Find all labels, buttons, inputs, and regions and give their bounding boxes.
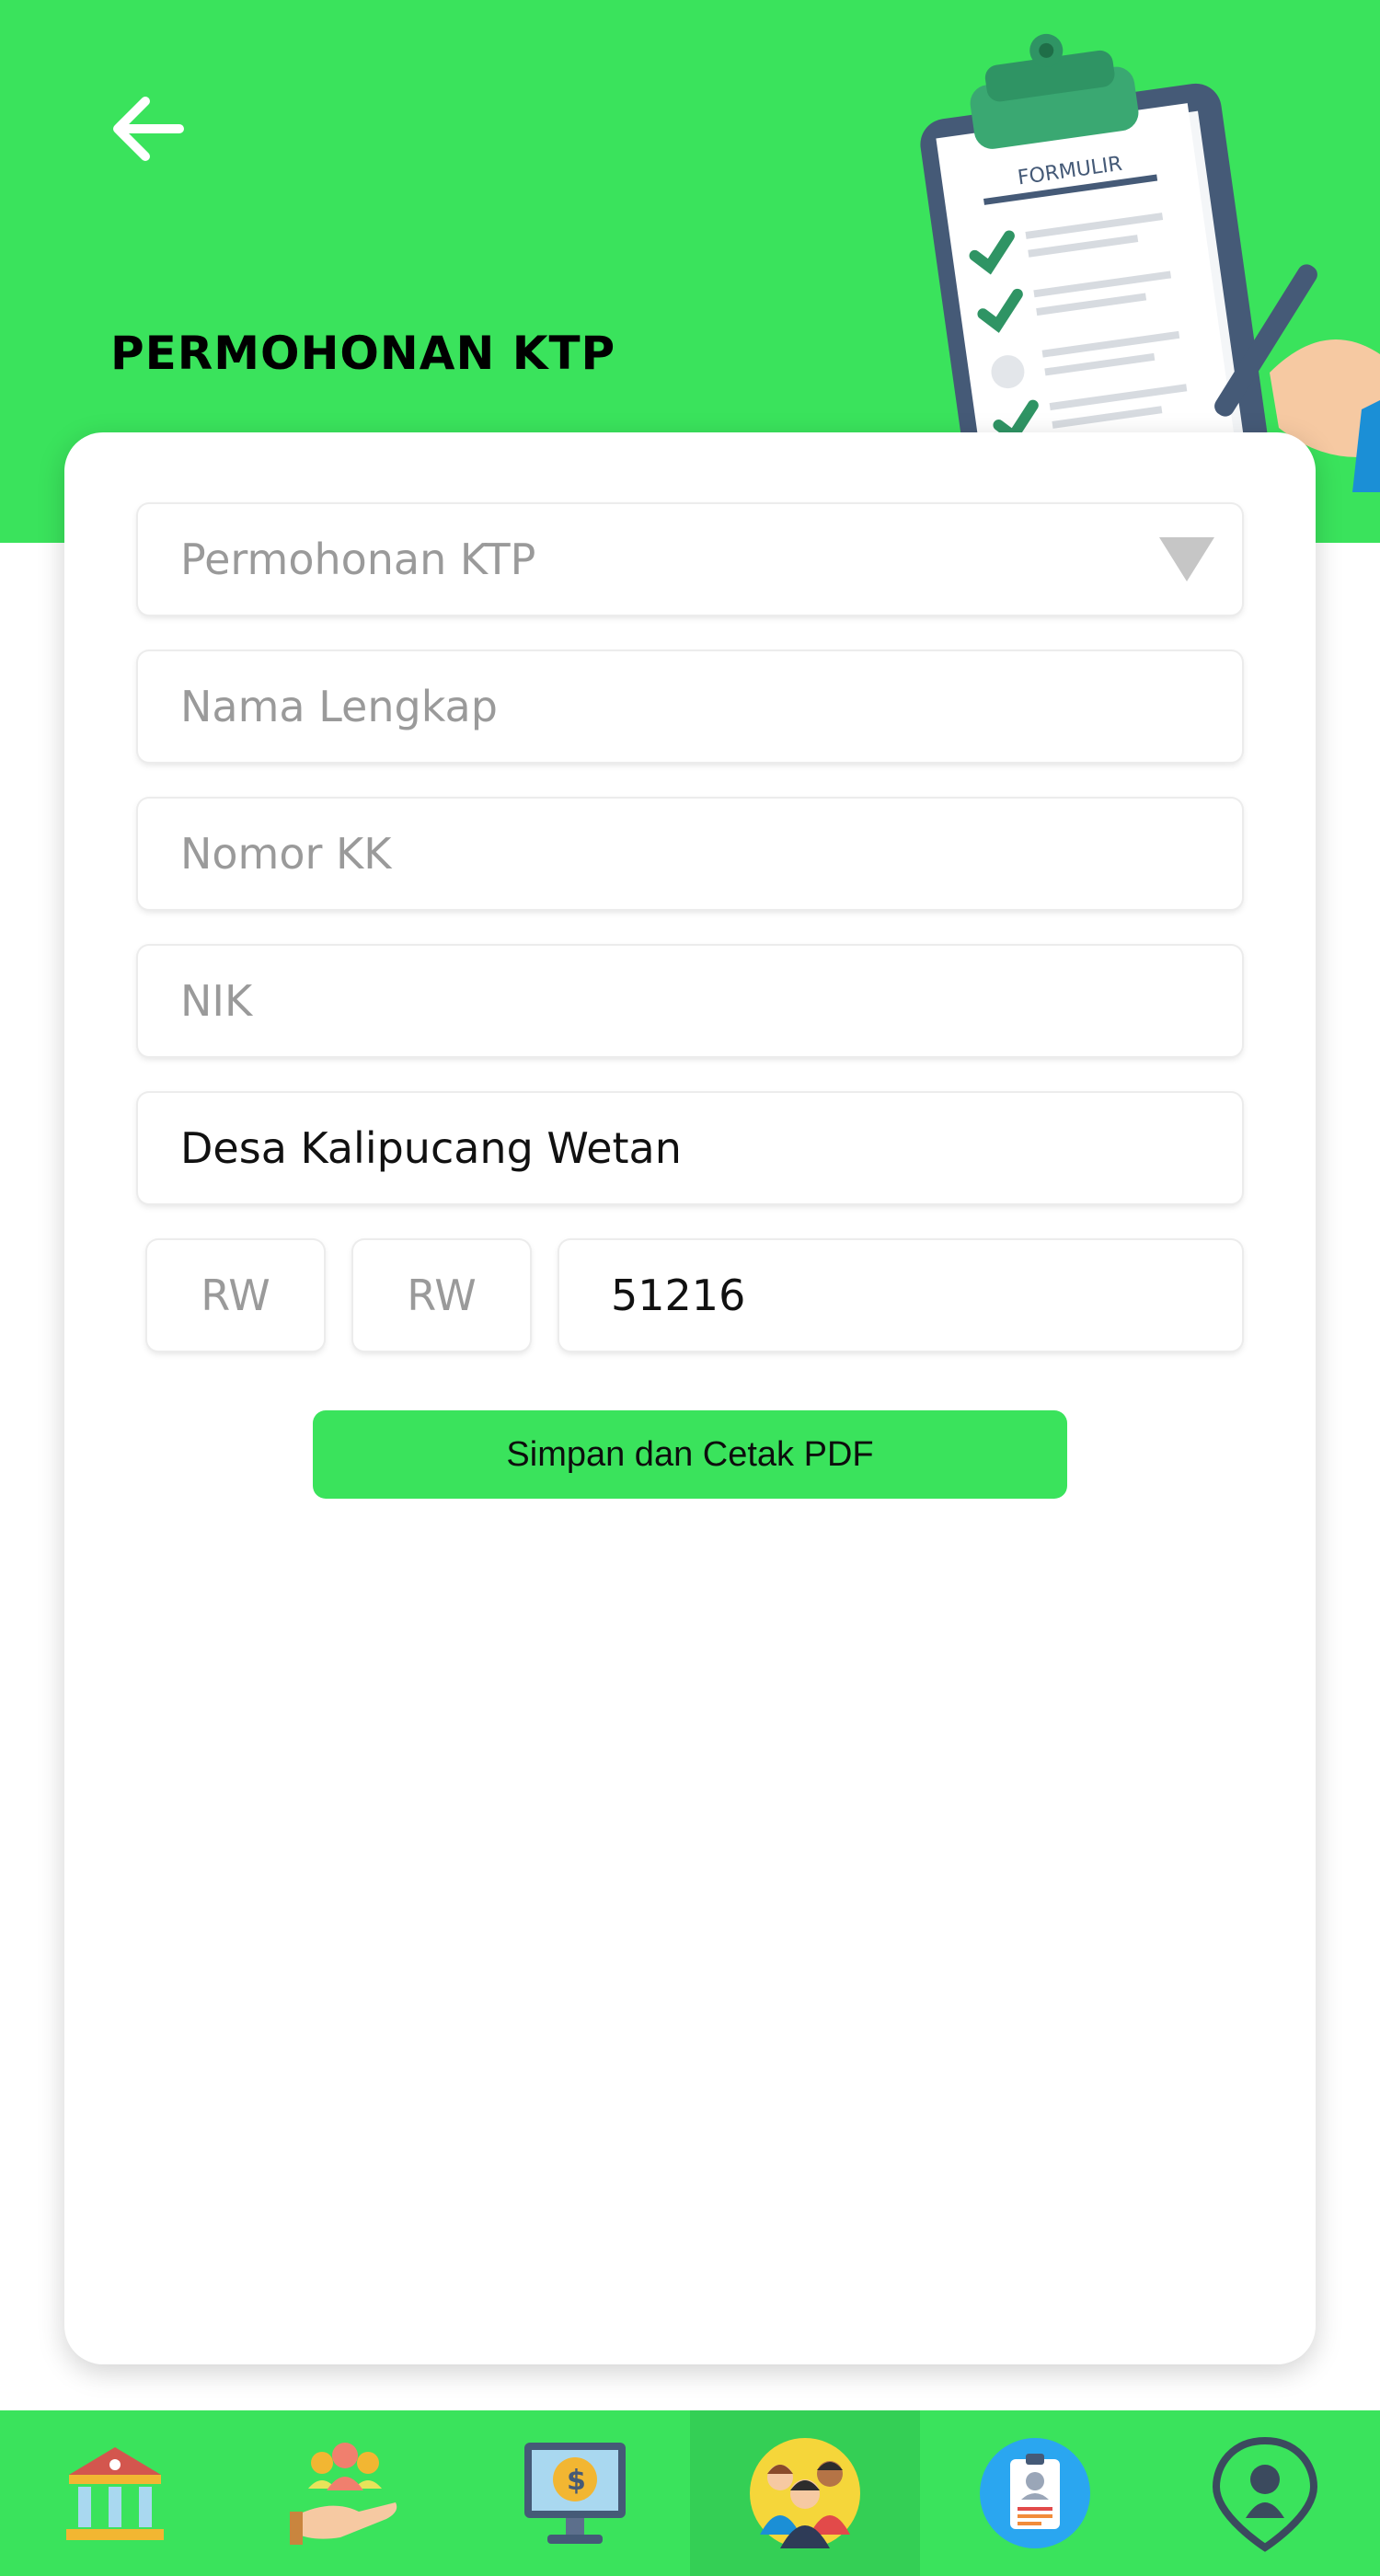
full-name-input[interactable]: Nama Lengkap — [138, 651, 1242, 762]
svg-text:$: $ — [567, 2465, 586, 2497]
bottom-navigation: $ — [0, 2410, 1380, 2576]
nav-item-community[interactable] — [230, 2410, 460, 2576]
back-button[interactable] — [101, 87, 193, 170]
nav-item-location[interactable] — [1150, 2410, 1380, 2576]
id-card-icon — [980, 2438, 1090, 2548]
nav-item-id-card[interactable] — [920, 2410, 1150, 2576]
postal-code-input[interactable]: 51216 — [559, 1240, 1242, 1351]
citizens-group-icon — [750, 2438, 860, 2548]
service-select-value: Permohonan KTP — [180, 535, 536, 584]
nav-item-finance[interactable]: $ — [460, 2410, 690, 2576]
finance-monitor-icon: $ — [524, 2443, 626, 2544]
community-hand-icon — [290, 2443, 397, 2545]
full-name-placeholder: Nama Lengkap — [180, 682, 498, 731]
nik-placeholder: NIK — [180, 976, 253, 1026]
arrow-left-icon — [113, 97, 184, 161]
dropdown-triangle-icon — [1159, 537, 1214, 581]
nav-item-government[interactable] — [0, 2410, 230, 2576]
clipboard-illustration: FORMULIR — [920, 33, 1380, 492]
form-card: Permohonan KTP Nama Lengkap Nomor KK NIK… — [64, 432, 1316, 2364]
rw-input-1[interactable]: RW — [147, 1240, 324, 1351]
service-select[interactable]: Permohonan KTP — [138, 504, 1242, 615]
nik-input[interactable]: NIK — [138, 946, 1242, 1056]
save-print-pdf-button[interactable]: Simpan dan Cetak PDF — [313, 1410, 1067, 1499]
kk-number-input[interactable]: Nomor KK — [138, 799, 1242, 909]
page-title: PERMOHONAN KTP — [110, 327, 616, 380]
government-building-icon — [66, 2447, 164, 2540]
kk-number-placeholder: Nomor KK — [180, 829, 392, 879]
village-value: Desa Kalipucang Wetan — [180, 1123, 682, 1173]
rw-2-placeholder: RW — [407, 1271, 477, 1320]
village-input[interactable]: Desa Kalipucang Wetan — [138, 1093, 1242, 1203]
postal-code-value: 51216 — [611, 1271, 746, 1320]
rw-1-placeholder: RW — [201, 1271, 270, 1320]
location-person-icon — [1212, 2436, 1318, 2552]
rw-input-2[interactable]: RW — [353, 1240, 530, 1351]
nav-item-citizens[interactable] — [690, 2410, 920, 2576]
